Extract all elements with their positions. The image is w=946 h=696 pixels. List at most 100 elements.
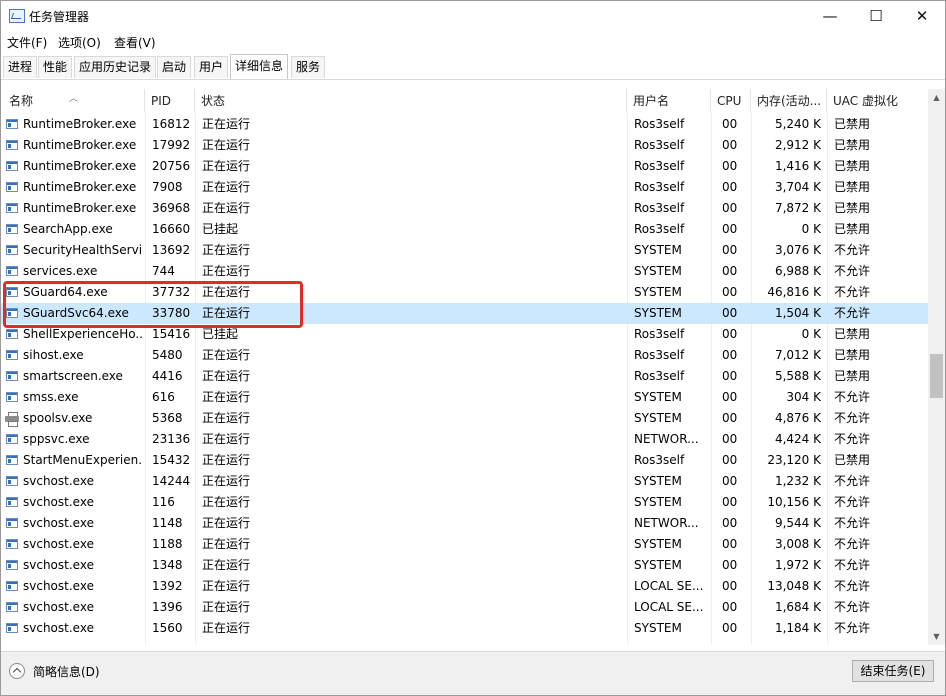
fewer-details-link[interactable]: 简略信息(D)	[33, 663, 100, 680]
column-header-uac[interactable]: UAC 虚拟化	[827, 89, 929, 113]
cell-memory: 0 K	[801, 222, 821, 236]
cell-username: SYSTEM	[634, 243, 682, 257]
cell-cpu: 00	[722, 432, 738, 446]
cell-name: SecurityHealthServi...	[23, 243, 143, 257]
table-row[interactable]: svchost.exe 1560 正在运行 SYSTEM 00 1,184 K 不允许	[1, 618, 929, 639]
column-header-memory[interactable]: 内存(活动...	[751, 89, 827, 113]
table-row[interactable]: svchost.exe 1348 正在运行 SYSTEM 00 1,972 K 不允许	[1, 555, 929, 576]
minimize-button[interactable]: —	[807, 1, 853, 31]
table-row[interactable]: sihost.exe 5480 正在运行 Ros3self 00 7,012 K 已禁用	[1, 345, 929, 366]
cell-memory: 13,048 K	[767, 579, 821, 593]
scroll-up-arrow-icon[interactable]: ▲	[928, 89, 945, 106]
cell-pid: 616	[152, 390, 175, 404]
scroll-down-arrow-icon[interactable]: ▼	[928, 628, 945, 645]
cell-status: 正在运行	[202, 411, 251, 425]
table-row[interactable]: services.exe 744 正在运行 SYSTEM 00 6,988 K 不允许	[1, 261, 929, 282]
process-icon	[6, 497, 18, 507]
cell-memory: 5,588 K	[774, 369, 821, 383]
vertical-scrollbar[interactable]: ▲ ▼	[928, 89, 945, 645]
cell-cpu: 00	[722, 621, 738, 635]
cell-memory: 2,912 K	[774, 138, 821, 152]
cell-memory: 9,544 K	[774, 516, 821, 530]
tab-app-history[interactable]: 应用历史记录	[74, 56, 157, 78]
collapse-chevron-icon[interactable]	[9, 663, 25, 679]
tab-startup[interactable]: 启动	[157, 56, 192, 78]
cell-memory: 6,988 K	[774, 264, 821, 278]
cell-cpu: 00	[722, 453, 738, 467]
table-row[interactable]: svchost.exe 1148 正在运行 NETWOR... 00 9,544 K 不允许	[1, 513, 929, 534]
close-button[interactable]: ✕	[899, 1, 945, 31]
tab-processes[interactable]: 进程	[3, 56, 38, 78]
table-row[interactable]: RuntimeBroker.exe 7908 正在运行 Ros3self 00 3,704…	[1, 177, 929, 198]
cell-pid: 1396	[152, 600, 183, 614]
cell-status: 正在运行	[202, 516, 251, 530]
annotation-highlight-box	[3, 281, 303, 328]
cell-name: svchost.exe	[23, 579, 94, 593]
menu-file[interactable]: 文件(F)	[7, 34, 47, 51]
cell-name: StartMenuExperien...	[23, 453, 143, 467]
table-row[interactable]: svchost.exe 1392 正在运行 LOCAL SE... 00 13,048 K…	[1, 576, 929, 597]
cell-status: 正在运行	[202, 495, 251, 509]
cell-uac: 不允许	[834, 432, 871, 446]
cell-memory: 5,240 K	[774, 117, 821, 131]
column-header-status[interactable]: 状态	[195, 89, 627, 113]
table-row[interactable]: RuntimeBroker.exe 16812 正在运行 Ros3self 00 5,24…	[1, 114, 929, 135]
cell-status: 正在运行	[202, 138, 251, 152]
process-icon	[6, 581, 18, 591]
cell-cpu: 00	[722, 369, 738, 383]
table-row[interactable]: RuntimeBroker.exe 17992 正在运行 Ros3self 00 2,91…	[1, 135, 929, 156]
cell-status: 正在运行	[202, 474, 251, 488]
cell-status: 正在运行	[202, 348, 251, 362]
table-row[interactable]: SearchApp.exe 16660 已挂起 Ros3self 00 0 K 已禁用	[1, 219, 929, 240]
cell-uac: 已禁用	[834, 138, 871, 152]
cell-pid: 5368	[152, 411, 183, 425]
process-icon	[6, 350, 18, 360]
tab-details[interactable]: 详细信息	[230, 54, 289, 79]
cell-cpu: 00	[722, 138, 738, 152]
process-icon	[6, 392, 18, 402]
table-row[interactable]: sppsvc.exe 23136 正在运行 NETWOR... 00 4,424 K 不允许	[1, 429, 929, 450]
table-row[interactable]: StartMenuExperien... 15432 正在运行 Ros3self 00 2…	[1, 450, 929, 471]
table-row[interactable]: smss.exe 616 正在运行 SYSTEM 00 304 K 不允许	[1, 387, 929, 408]
cell-uac: 不允许	[834, 306, 871, 320]
maximize-button[interactable]: ☐	[853, 1, 899, 31]
column-header-cpu[interactable]: CPU	[711, 89, 751, 113]
table-row[interactable]: spoolsv.exe 5368 正在运行 SYSTEM 00 4,876 K 不允许	[1, 408, 929, 429]
table-row[interactable]: svchost.exe 1188 正在运行 SYSTEM 00 3,008 K 不允许	[1, 534, 929, 555]
tab-performance[interactable]: 性能	[38, 56, 73, 78]
process-icon	[6, 224, 18, 234]
cell-uac: 已禁用	[834, 159, 871, 173]
tab-services[interactable]: 服务	[291, 56, 326, 78]
cell-name: RuntimeBroker.exe	[23, 159, 137, 173]
table-row[interactable]: smartscreen.exe 4416 正在运行 Ros3self 00 5,588 K…	[1, 366, 929, 387]
cell-pid: 1392	[152, 579, 183, 593]
cell-pid: 5480	[152, 348, 183, 362]
column-header-pid[interactable]: PID	[145, 89, 195, 113]
cell-cpu: 00	[722, 222, 738, 236]
table-row[interactable]: SecurityHealthServi... 13692 正在运行 SYSTEM 00 3…	[1, 240, 929, 261]
cell-username: SYSTEM	[634, 264, 682, 278]
scrollbar-thumb[interactable]	[930, 354, 943, 398]
end-task-button[interactable]: 结束任务(E)	[852, 660, 934, 682]
table-row[interactable]: svchost.exe 1396 正在运行 LOCAL SE... 00 1,684 K 不…	[1, 597, 929, 618]
table-row[interactable]: RuntimeBroker.exe 36968 正在运行 Ros3self 00 7,87…	[1, 198, 929, 219]
cell-username: Ros3self	[634, 159, 685, 173]
column-header-name[interactable]: 名称 ︿	[3, 89, 145, 113]
cell-memory: 1,972 K	[774, 558, 821, 572]
column-header-username[interactable]: 用户名	[627, 89, 711, 113]
cell-username: Ros3self	[634, 201, 685, 215]
table-row[interactable]: svchost.exe 14244 正在运行 SYSTEM 00 1,232 K 不允许	[1, 471, 929, 492]
cell-name: spoolsv.exe	[23, 411, 93, 425]
process-icon	[6, 434, 18, 444]
cell-name: smss.exe	[23, 390, 79, 404]
cell-pid: 4416	[152, 369, 183, 383]
tab-users[interactable]: 用户	[194, 56, 229, 78]
cell-cpu: 00	[722, 201, 738, 215]
menu-options[interactable]: 选项(O)	[58, 34, 101, 51]
table-row[interactable]: svchost.exe 116 正在运行 SYSTEM 00 10,156 K 不允许	[1, 492, 929, 513]
table-row[interactable]: RuntimeBroker.exe 20756 正在运行 Ros3self 00 1,41…	[1, 156, 929, 177]
cell-pid: 36968	[152, 201, 191, 215]
cell-cpu: 00	[722, 579, 738, 593]
menu-view[interactable]: 查看(V)	[114, 34, 156, 51]
cell-username: LOCAL SE...	[634, 579, 704, 593]
